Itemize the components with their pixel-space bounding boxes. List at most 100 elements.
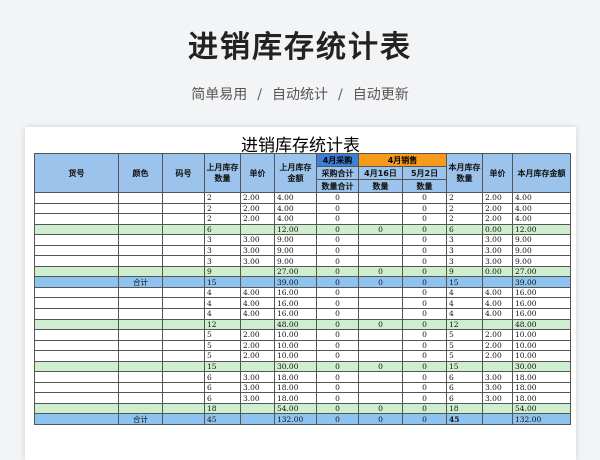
cell-unit-price[interactable] [240, 276, 275, 288]
cell-sale-may2-qty[interactable]: 0 [401, 244, 448, 257]
cell-sale-may2-qty[interactable]: 0 [401, 413, 448, 426]
cell-goods-no[interactable] [34, 223, 119, 236]
cell-sale-may2-qty[interactable]: 0 [401, 381, 448, 394]
cell-purchase-qty-total[interactable]: 0 [316, 244, 359, 257]
cell-color[interactable] [118, 360, 163, 373]
cell-size[interactable] [162, 276, 205, 288]
cell-last-stock-amount[interactable]: 16.00 [274, 286, 317, 299]
cell-goods-no[interactable] [34, 339, 119, 352]
cell-goods-no[interactable] [34, 192, 119, 204]
cell-sale-may2-qty[interactable]: 0 [401, 339, 448, 352]
header-this-stock-qty[interactable]: 本月库存数量 [446, 153, 484, 193]
cell-size[interactable] [162, 360, 205, 373]
cell-size[interactable] [162, 339, 205, 352]
cell-size[interactable] [162, 234, 205, 246]
cell-this-stock-amount[interactable]: 10.00 [512, 350, 572, 362]
cell-sale-may2-qty[interactable]: 0 [401, 297, 448, 309]
cell-sale-may2-qty[interactable]: 0 [401, 255, 448, 267]
cell-sale-may2-qty[interactable]: 0 [401, 402, 448, 415]
cell-color[interactable] [118, 392, 163, 404]
header-purchase-group[interactable]: 4月采购 [316, 153, 359, 167]
cell-this-stock-amount[interactable]: 4.00 [512, 192, 572, 204]
cell-color[interactable] [118, 350, 163, 362]
cell-sale-may2-qty[interactable]: 0 [401, 350, 448, 362]
cell-size[interactable] [162, 402, 205, 415]
cell-color[interactable] [118, 265, 163, 278]
cell-color[interactable] [118, 244, 163, 257]
cell-purchase-qty-total[interactable]: 0 [316, 276, 359, 288]
cell-this-stock-qty[interactable]: 5 [446, 339, 484, 352]
cell-last-stock-amount[interactable]: 30.00 [274, 360, 317, 373]
cell-last-stock-qty[interactable]: 4 [204, 297, 241, 309]
cell-last-stock-qty[interactable]: 6 [204, 223, 241, 236]
cell-this-stock-amount[interactable]: 18.00 [512, 392, 572, 404]
cell-sale-apr16-qty[interactable] [358, 213, 403, 225]
cell-unit-price-2[interactable]: 3.00 [482, 381, 514, 394]
cell-goods-no[interactable] [34, 392, 119, 404]
cell-this-stock-amount[interactable]: 16.00 [512, 297, 572, 309]
cell-purchase-qty-total[interactable]: 0 [316, 371, 359, 383]
cell-this-stock-amount[interactable]: 39.00 [512, 276, 572, 288]
cell-purchase-qty-total[interactable]: 0 [316, 381, 359, 394]
cell-sale-apr16-qty[interactable] [358, 297, 403, 309]
header-qty-2[interactable]: 数量 [401, 179, 448, 193]
cell-color[interactable]: 合计 [118, 413, 163, 426]
cell-last-stock-qty[interactable]: 3 [204, 234, 241, 246]
header-purchase-total[interactable]: 采购合计 [316, 166, 359, 180]
cell-sale-apr16-qty[interactable] [358, 244, 403, 257]
cell-sale-apr16-qty[interactable] [358, 339, 403, 352]
cell-color[interactable] [118, 213, 163, 225]
cell-size[interactable] [162, 286, 205, 299]
cell-sale-apr16-qty[interactable] [358, 381, 403, 394]
cell-this-stock-qty[interactable]: 3 [446, 234, 484, 246]
cell-goods-no[interactable] [34, 213, 119, 225]
cell-sale-may2-qty[interactable]: 0 [401, 202, 448, 215]
cell-sale-apr16-qty[interactable] [358, 234, 403, 246]
cell-this-stock-qty[interactable]: 6 [446, 381, 484, 394]
cell-this-stock-amount[interactable]: 132.00 [512, 413, 572, 426]
cell-purchase-qty-total[interactable]: 0 [316, 234, 359, 246]
cell-color[interactable] [118, 297, 163, 309]
cell-unit-price[interactable]: 2.00 [240, 202, 275, 215]
cell-unit-price-2[interactable]: 3.00 [482, 244, 514, 257]
cell-this-stock-amount[interactable]: 18.00 [512, 371, 572, 383]
cell-sale-apr16-qty[interactable]: 0 [358, 402, 403, 415]
cell-unit-price[interactable]: 4.00 [240, 297, 275, 309]
cell-this-stock-qty[interactable]: 2 [446, 213, 484, 225]
cell-unit-price[interactable]: 2.00 [240, 329, 275, 341]
cell-this-stock-qty[interactable]: 5 [446, 329, 484, 341]
cell-sale-may2-qty[interactable]: 0 [401, 276, 448, 288]
cell-goods-no[interactable] [34, 276, 119, 288]
cell-purchase-qty-total[interactable]: 0 [316, 350, 359, 362]
cell-color[interactable] [118, 308, 163, 320]
cell-this-stock-qty[interactable]: 6 [446, 223, 484, 236]
cell-sale-apr16-qty[interactable] [358, 255, 403, 267]
cell-last-stock-amount[interactable]: 48.00 [274, 318, 317, 331]
cell-last-stock-qty[interactable]: 18 [204, 402, 241, 415]
cell-this-stock-amount[interactable]: 10.00 [512, 339, 572, 352]
cell-this-stock-qty[interactable]: 5 [446, 350, 484, 362]
cell-last-stock-amount[interactable]: 9.00 [274, 244, 317, 257]
header-sales-group[interactable]: 4月销售 [357, 153, 448, 167]
cell-unit-price[interactable]: 3.00 [240, 255, 275, 267]
cell-last-stock-amount[interactable]: 16.00 [274, 297, 317, 309]
header-unit-price-2[interactable]: 单价 [482, 153, 514, 193]
cell-unit-price-2[interactable]: 3.00 [482, 255, 514, 267]
cell-purchase-qty-total[interactable]: 0 [316, 318, 359, 331]
cell-purchase-qty-total[interactable]: 0 [316, 402, 359, 415]
cell-this-stock-qty[interactable]: 6 [446, 392, 484, 404]
cell-sale-apr16-qty[interactable]: 0 [358, 223, 403, 236]
cell-goods-no[interactable] [34, 202, 119, 215]
cell-last-stock-amount[interactable]: 10.00 [274, 350, 317, 362]
cell-last-stock-amount[interactable]: 18.00 [274, 371, 317, 383]
cell-unit-price[interactable] [240, 223, 275, 236]
cell-last-stock-qty[interactable]: 2 [204, 213, 241, 225]
cell-color[interactable] [118, 255, 163, 267]
cell-this-stock-qty[interactable]: 4 [446, 308, 484, 320]
cell-color[interactable] [118, 234, 163, 246]
cell-last-stock-amount[interactable]: 132.00 [274, 413, 317, 426]
cell-goods-no[interactable] [34, 413, 119, 426]
cell-unit-price[interactable]: 2.00 [240, 213, 275, 225]
cell-goods-no[interactable] [34, 360, 119, 373]
cell-color[interactable] [118, 192, 163, 204]
